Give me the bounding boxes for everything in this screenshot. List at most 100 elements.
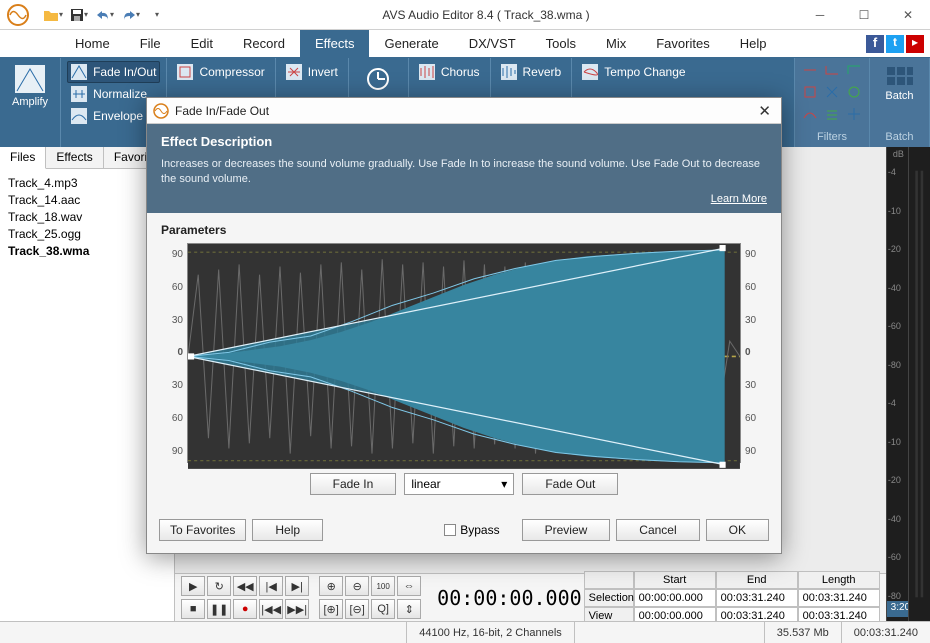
filter-icon-2[interactable] [823, 61, 841, 79]
minimize-button[interactable]: ─ [798, 0, 842, 30]
zoom-out-sel-button[interactable]: [⊖] [345, 599, 369, 619]
menu-favorites[interactable]: Favorites [641, 30, 724, 58]
to-favorites-button[interactable]: To Favorites [159, 519, 246, 541]
undo-icon[interactable]: ▾ [94, 4, 116, 26]
bypass-checkbox[interactable]: Bypass [444, 523, 499, 537]
titlebar: ▾ ▾ ▾ ▾ ▾ AVS Audio Editor 8.4 ( Track_3… [0, 0, 930, 30]
overview-timecode: 3:20 [887, 601, 908, 617]
filters-group-label: Filters [817, 131, 847, 145]
tab-files[interactable]: Files [0, 147, 46, 169]
zoom-all-button[interactable]: Q] [371, 599, 395, 619]
open-folder-icon[interactable]: ▾ [42, 4, 64, 26]
curve-select[interactable]: linear ▾ [404, 473, 514, 495]
menu-home[interactable]: Home [60, 30, 125, 58]
fade-inout-button[interactable]: Fade In/Out [67, 61, 160, 83]
menu-record[interactable]: Record [228, 30, 300, 58]
tempo-change-button[interactable]: Tempo Change [578, 61, 788, 83]
close-button[interactable]: ✕ [886, 0, 930, 30]
ok-button[interactable]: OK [706, 519, 769, 541]
menu-file[interactable]: File [125, 30, 176, 58]
amplify-button[interactable]: Amplify [6, 61, 54, 112]
fit-button[interactable]: ⇔ [397, 576, 421, 596]
record-button[interactable]: ● [233, 599, 257, 619]
maximize-button[interactable]: ☐ [842, 0, 886, 30]
end-button[interactable]: ▶▶| [285, 599, 309, 619]
menu-mix[interactable]: Mix [591, 30, 641, 58]
zoom-in-button[interactable]: ⊕ [319, 576, 343, 596]
menubar: Home File Edit Record Effects Generate D… [0, 30, 930, 58]
menu-tools[interactable]: Tools [531, 30, 591, 58]
effect-description-text: Increases or decreases the sound volume … [161, 157, 767, 187]
pause-button[interactable]: ❚❚ [207, 599, 231, 619]
list-item[interactable]: Track_4.mp3 [8, 175, 166, 192]
list-item[interactable]: Track_14.aac [8, 192, 166, 209]
fade-out-button[interactable]: Fade Out [522, 473, 618, 495]
list-item[interactable]: Track_25.ogg [8, 226, 166, 243]
fade-graph[interactable] [187, 243, 741, 463]
quick-access-toolbar: ▾ ▾ ▾ ▾ ▾ [36, 4, 174, 26]
loop-button[interactable]: ↻ [207, 576, 231, 596]
batch-button[interactable]: Batch [879, 61, 921, 106]
cancel-button[interactable]: Cancel [616, 519, 699, 541]
filter-icon-1[interactable] [801, 61, 819, 79]
play-button[interactable]: ▶ [181, 576, 205, 596]
filter-icon-5[interactable] [823, 83, 841, 101]
zoom-sel-button[interactable]: [⊕] [319, 599, 343, 619]
help-button[interactable]: Help [252, 519, 323, 541]
next-button[interactable]: ▶| [285, 576, 309, 596]
preview-button[interactable]: Preview [522, 519, 611, 541]
overview-waveform[interactable]: dB -4 -10 -20 -40 -60 -80 [886, 147, 908, 621]
right-panel: dB -4 -10 -20 -40 -60 -80 [886, 147, 930, 621]
reverb-button[interactable]: Reverb [497, 61, 566, 83]
filter-icon-3[interactable] [845, 61, 863, 79]
amplify-label: Amplify [12, 96, 48, 108]
invert-button[interactable]: Invert [282, 61, 342, 83]
dialog-title: Fade In/Fade Out [175, 104, 269, 118]
zoom-v-button[interactable]: ⇕ [397, 599, 421, 619]
compressor-button[interactable]: Compressor [173, 61, 268, 83]
dialog-logo-icon [153, 103, 169, 119]
list-item[interactable]: Track_38.wma [8, 243, 166, 260]
filter-icon-7[interactable] [801, 105, 819, 123]
level-meter [908, 147, 930, 621]
start-button[interactable]: |◀◀ [259, 599, 283, 619]
facebook-icon[interactable]: f [866, 35, 884, 53]
status-duration: 00:03:31.240 [841, 622, 930, 643]
menu-help[interactable]: Help [725, 30, 782, 58]
batch-group-label: Batch [885, 131, 913, 145]
list-item[interactable]: Track_18.wav [8, 209, 166, 226]
fade-in-button[interactable]: Fade In [310, 473, 397, 495]
twitter-icon[interactable]: t [886, 35, 904, 53]
app-logo-icon [4, 1, 32, 29]
chorus-button[interactable]: Chorus [415, 61, 484, 83]
prev-button[interactable]: |◀ [259, 576, 283, 596]
dialog-titlebar[interactable]: Fade In/Fade Out ✕ [147, 98, 781, 124]
learn-more-link[interactable]: Learn More [161, 193, 767, 205]
parameters-heading: Parameters [161, 223, 767, 237]
filter-icon-6[interactable] [845, 83, 863, 101]
window-title: AVS Audio Editor 8.4 ( Track_38.wma ) [174, 8, 798, 22]
stop-button[interactable]: ■ [181, 599, 205, 619]
menu-dxvst[interactable]: DX/VST [454, 30, 531, 58]
transport-bar: ▶ ↻ ◀◀ |◀ ▶| ⊕ ⊖ 100 ⇔ ■ ❚❚ ● |◀◀ ▶▶| [175, 573, 886, 621]
qat-customize-icon[interactable]: ▾ [146, 4, 168, 26]
tab-effects[interactable]: Effects [46, 147, 103, 168]
filter-icon-8[interactable] [823, 105, 841, 123]
menu-edit[interactable]: Edit [176, 30, 228, 58]
save-icon[interactable]: ▾ [68, 4, 90, 26]
rewind-button[interactable]: ◀◀ [233, 576, 257, 596]
time-display: 00:00:00.000 [437, 586, 582, 610]
delay-group-icon[interactable] [357, 61, 399, 97]
youtube-icon[interactable]: ▸ [906, 35, 924, 53]
redo-icon[interactable]: ▾ [120, 4, 142, 26]
zoom-out-button[interactable]: ⊖ [345, 576, 369, 596]
fade-dialog: Fade In/Fade Out ✕ Effect Description In… [146, 97, 782, 554]
filter-icon-4[interactable] [801, 83, 819, 101]
menu-generate[interactable]: Generate [369, 30, 453, 58]
zoom-100-button[interactable]: 100 [371, 576, 395, 596]
dialog-close-button[interactable]: ✕ [754, 102, 775, 120]
chevron-down-icon: ▾ [501, 477, 507, 491]
filter-icon-9[interactable] [845, 105, 863, 123]
status-size: 35.537 Mb [764, 622, 841, 643]
menu-effects[interactable]: Effects [300, 30, 370, 58]
